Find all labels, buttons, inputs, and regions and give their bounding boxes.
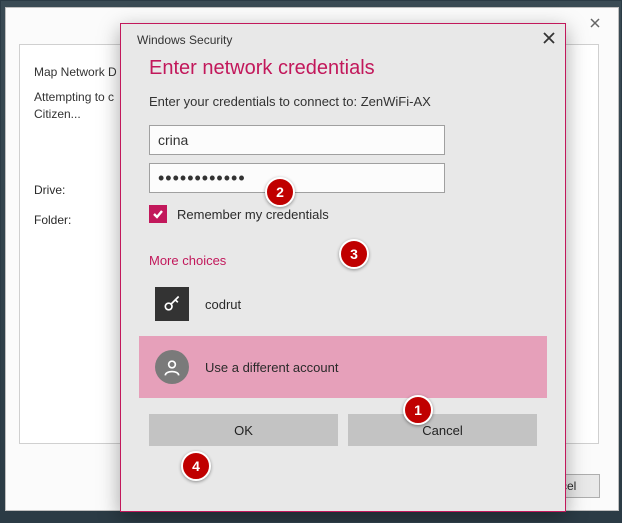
annotation-badge-3: 3	[339, 239, 369, 269]
screenshot-stage: Map Network D Attempting to c Citizen...…	[0, 0, 622, 523]
windows-security-dialog: Windows Security Enter network credentia…	[120, 23, 566, 512]
saved-account-row[interactable]: codrut	[149, 282, 537, 326]
dialog-instruction: Enter your credentials to connect to: Ze…	[149, 94, 537, 109]
close-button-outer[interactable]	[578, 12, 612, 34]
person-icon-svg	[162, 357, 182, 377]
dialog-heading: Enter network credentials	[149, 57, 537, 80]
person-icon	[155, 350, 189, 384]
key-icon	[155, 287, 189, 321]
close-icon	[590, 18, 600, 28]
folder-label: Folder:	[34, 213, 90, 227]
saved-account-name: codrut	[205, 297, 241, 312]
cancel-label: Cancel	[422, 423, 462, 438]
cancel-button[interactable]: Cancel	[348, 414, 537, 446]
close-button[interactable]	[543, 32, 555, 47]
remember-checkbox[interactable]	[149, 205, 167, 223]
password-input[interactable]: ••••••••••••	[149, 163, 445, 193]
key-icon-svg	[162, 294, 182, 314]
remember-credentials-row[interactable]: Remember my credentials	[149, 205, 537, 223]
ok-label: OK	[234, 423, 253, 438]
use-different-account-row[interactable]: Use a different account	[139, 336, 547, 398]
dialog-header: Windows Security	[121, 24, 565, 51]
annotation-badge-1: 1	[403, 395, 433, 425]
dialog-button-row: OK Cancel	[149, 414, 537, 446]
checkmark-icon	[152, 208, 164, 220]
password-value: ••••••••••••	[158, 168, 246, 189]
close-icon	[543, 32, 555, 44]
username-input[interactable]: crina	[149, 125, 445, 155]
ok-button[interactable]: OK	[149, 414, 338, 446]
annotation-badge-4: 4	[181, 451, 211, 481]
use-different-label: Use a different account	[205, 360, 338, 375]
dialog-window-title: Windows Security	[137, 33, 232, 47]
annotation-badge-2: 2	[265, 177, 295, 207]
username-value: crina	[158, 132, 188, 148]
drive-label: Drive:	[34, 183, 90, 197]
remember-label: Remember my credentials	[177, 207, 329, 222]
